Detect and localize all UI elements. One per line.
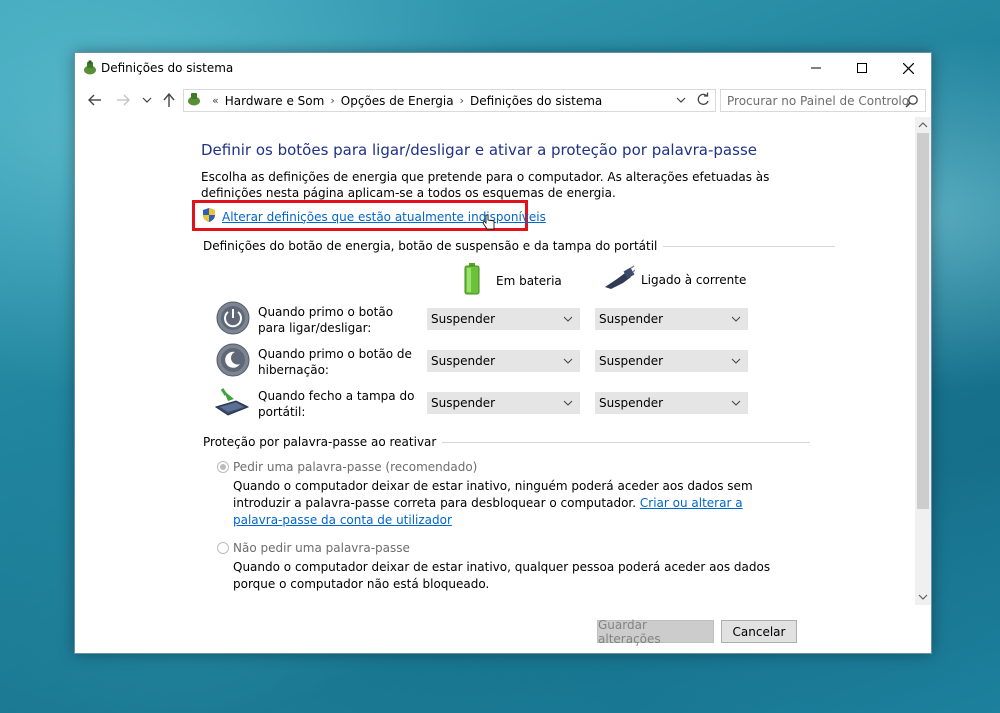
- chevron-down-icon: [731, 400, 741, 406]
- power-plug-icon: [603, 265, 636, 294]
- address-bar[interactable]: « Hardware e Som › Opções de Energia › D…: [183, 89, 716, 112]
- page-title: Definir os botões para ligar/desligar e …: [201, 141, 757, 159]
- breadcrumb-overflow[interactable]: «: [212, 94, 219, 107]
- page-description: Escolha as definições de energia que pre…: [201, 170, 770, 200]
- chevron-down-icon: [731, 358, 741, 364]
- forward-button[interactable]: [115, 92, 131, 108]
- laptop-lid-icon: [214, 387, 250, 422]
- cancel-button[interactable]: Cancelar: [721, 620, 797, 643]
- section-divider: [663, 245, 836, 247]
- chevron-down-icon: [563, 400, 573, 406]
- select-value: Suspender: [599, 312, 664, 326]
- minimize-icon: [811, 67, 821, 69]
- chevron-down-icon: [142, 97, 152, 103]
- radio-button-unselected[interactable]: [217, 542, 229, 554]
- footer: Guardar alterações Cancelar: [75, 605, 931, 653]
- title-bar[interactable]: Definições do sistema: [75, 53, 931, 83]
- scroll-up-icon[interactable]: [918, 120, 928, 130]
- refresh-icon: [697, 92, 709, 105]
- recent-locations-button[interactable]: [139, 92, 155, 108]
- uac-shield-icon: [201, 207, 217, 226]
- hibernate-button-battery-select[interactable]: Suspender: [427, 350, 580, 372]
- radio-button-selected[interactable]: [217, 461, 229, 473]
- select-value: Suspender: [599, 354, 664, 368]
- select-value: Suspender: [431, 396, 496, 410]
- content-area: Definir os botões para ligar/desligar e …: [75, 117, 915, 605]
- up-button[interactable]: [161, 92, 177, 108]
- change-unavailable-settings-link[interactable]: Alterar definições que estão atualmente …: [222, 210, 546, 224]
- chevron-down-icon: [731, 316, 741, 322]
- power-buttons-section-header: Definições do botão de energia, botão de…: [203, 239, 836, 253]
- window-title: Definições do sistema: [101, 61, 234, 75]
- row-lid-label: Quando fecho a tampa do portátil:: [258, 389, 415, 419]
- power-button-icon: [216, 301, 250, 338]
- password-section-header: Proteção por palavra-passe ao reativar: [203, 435, 811, 449]
- hibernate-button-icon: [216, 343, 250, 380]
- row-hibernate-button-label: Quando primo o botão de hibernação:: [258, 347, 412, 377]
- change-settings-link-row[interactable]: Alterar definições que estão atualmente …: [201, 207, 546, 230]
- breadcrumb-power-options[interactable]: Opções de Energia: [341, 94, 454, 108]
- forward-arrow-icon: [117, 94, 130, 106]
- address-dropdown-button[interactable]: [675, 93, 687, 110]
- maximize-icon: [857, 63, 867, 73]
- vertical-scrollbar[interactable]: [915, 117, 931, 605]
- column-battery: Em bateria: [464, 263, 562, 298]
- radio-no-password[interactable]: Não pedir uma palavra-passe: [217, 541, 410, 555]
- lid-battery-select[interactable]: Suspender: [427, 392, 580, 414]
- back-arrow-icon: [88, 94, 101, 106]
- chevron-right-icon[interactable]: ›: [460, 94, 464, 107]
- search-placeholder: Procurar no Painel de Controlo: [727, 93, 910, 108]
- select-value: Suspender: [431, 312, 496, 326]
- scrollbar-thumb[interactable]: [917, 133, 929, 509]
- power-buttons-section-title: Definições do botão de energia, botão de…: [203, 239, 658, 253]
- section-divider: [442, 441, 811, 443]
- breadcrumb-hardware-sound[interactable]: Hardware e Som: [225, 94, 325, 108]
- control-panel-icon: [186, 91, 202, 110]
- search-icon[interactable]: [905, 94, 919, 111]
- radio-require-password-label: Pedir uma palavra-passe (recomendado): [233, 460, 478, 474]
- power-options-app-icon: [82, 60, 98, 79]
- window: Definições do sistema « Hardware e Som ›…: [74, 52, 932, 654]
- chevron-right-icon[interactable]: ›: [330, 94, 334, 107]
- password-section-title: Proteção por palavra-passe ao reativar: [203, 435, 437, 449]
- maximize-button[interactable]: [839, 53, 885, 83]
- breadcrumb: « Hardware e Som › Opções de Energia › D…: [206, 94, 602, 108]
- column-plugged: Ligado à corrente: [603, 265, 746, 294]
- navigation-bar: « Hardware e Som › Opções de Energia › D…: [75, 85, 931, 115]
- hibernate-button-plugged-select[interactable]: Suspender: [595, 350, 748, 372]
- up-arrow-icon: [163, 93, 175, 107]
- search-input[interactable]: Procurar no Painel de Controlo: [720, 89, 926, 112]
- radio-require-password-desc: Quando o computador deixar de estar inat…: [233, 479, 753, 527]
- power-button-battery-select[interactable]: Suspender: [427, 308, 580, 330]
- close-icon: [902, 62, 914, 74]
- refresh-button[interactable]: [695, 92, 711, 111]
- chevron-down-icon: [676, 97, 686, 103]
- column-battery-label: Em bateria: [496, 273, 562, 288]
- radio-no-password-desc: Quando o computador deixar de estar inat…: [233, 560, 771, 591]
- radio-no-password-label: Não pedir uma palavra-passe: [233, 541, 410, 555]
- breadcrumb-system-settings[interactable]: Definições do sistema: [470, 94, 602, 108]
- scroll-down-icon[interactable]: [918, 592, 928, 602]
- battery-icon: [464, 263, 480, 298]
- save-changes-button[interactable]: Guardar alterações: [597, 618, 714, 646]
- back-button[interactable]: [87, 92, 103, 108]
- select-value: Suspender: [599, 396, 664, 410]
- power-button-plugged-select[interactable]: Suspender: [595, 308, 748, 330]
- chevron-down-icon: [563, 358, 573, 364]
- close-button[interactable]: [885, 53, 931, 83]
- column-plugged-label: Ligado à corrente: [641, 272, 747, 287]
- row-power-button-label: Quando primo o botão para ligar/desligar…: [258, 305, 394, 335]
- chevron-down-icon: [563, 316, 573, 322]
- minimize-button[interactable]: [793, 53, 839, 83]
- lid-plugged-select[interactable]: Suspender: [595, 392, 748, 414]
- select-value: Suspender: [431, 354, 496, 368]
- radio-require-password[interactable]: Pedir uma palavra-passe (recomendado): [217, 460, 477, 474]
- hand-cursor-icon: [482, 213, 496, 234]
